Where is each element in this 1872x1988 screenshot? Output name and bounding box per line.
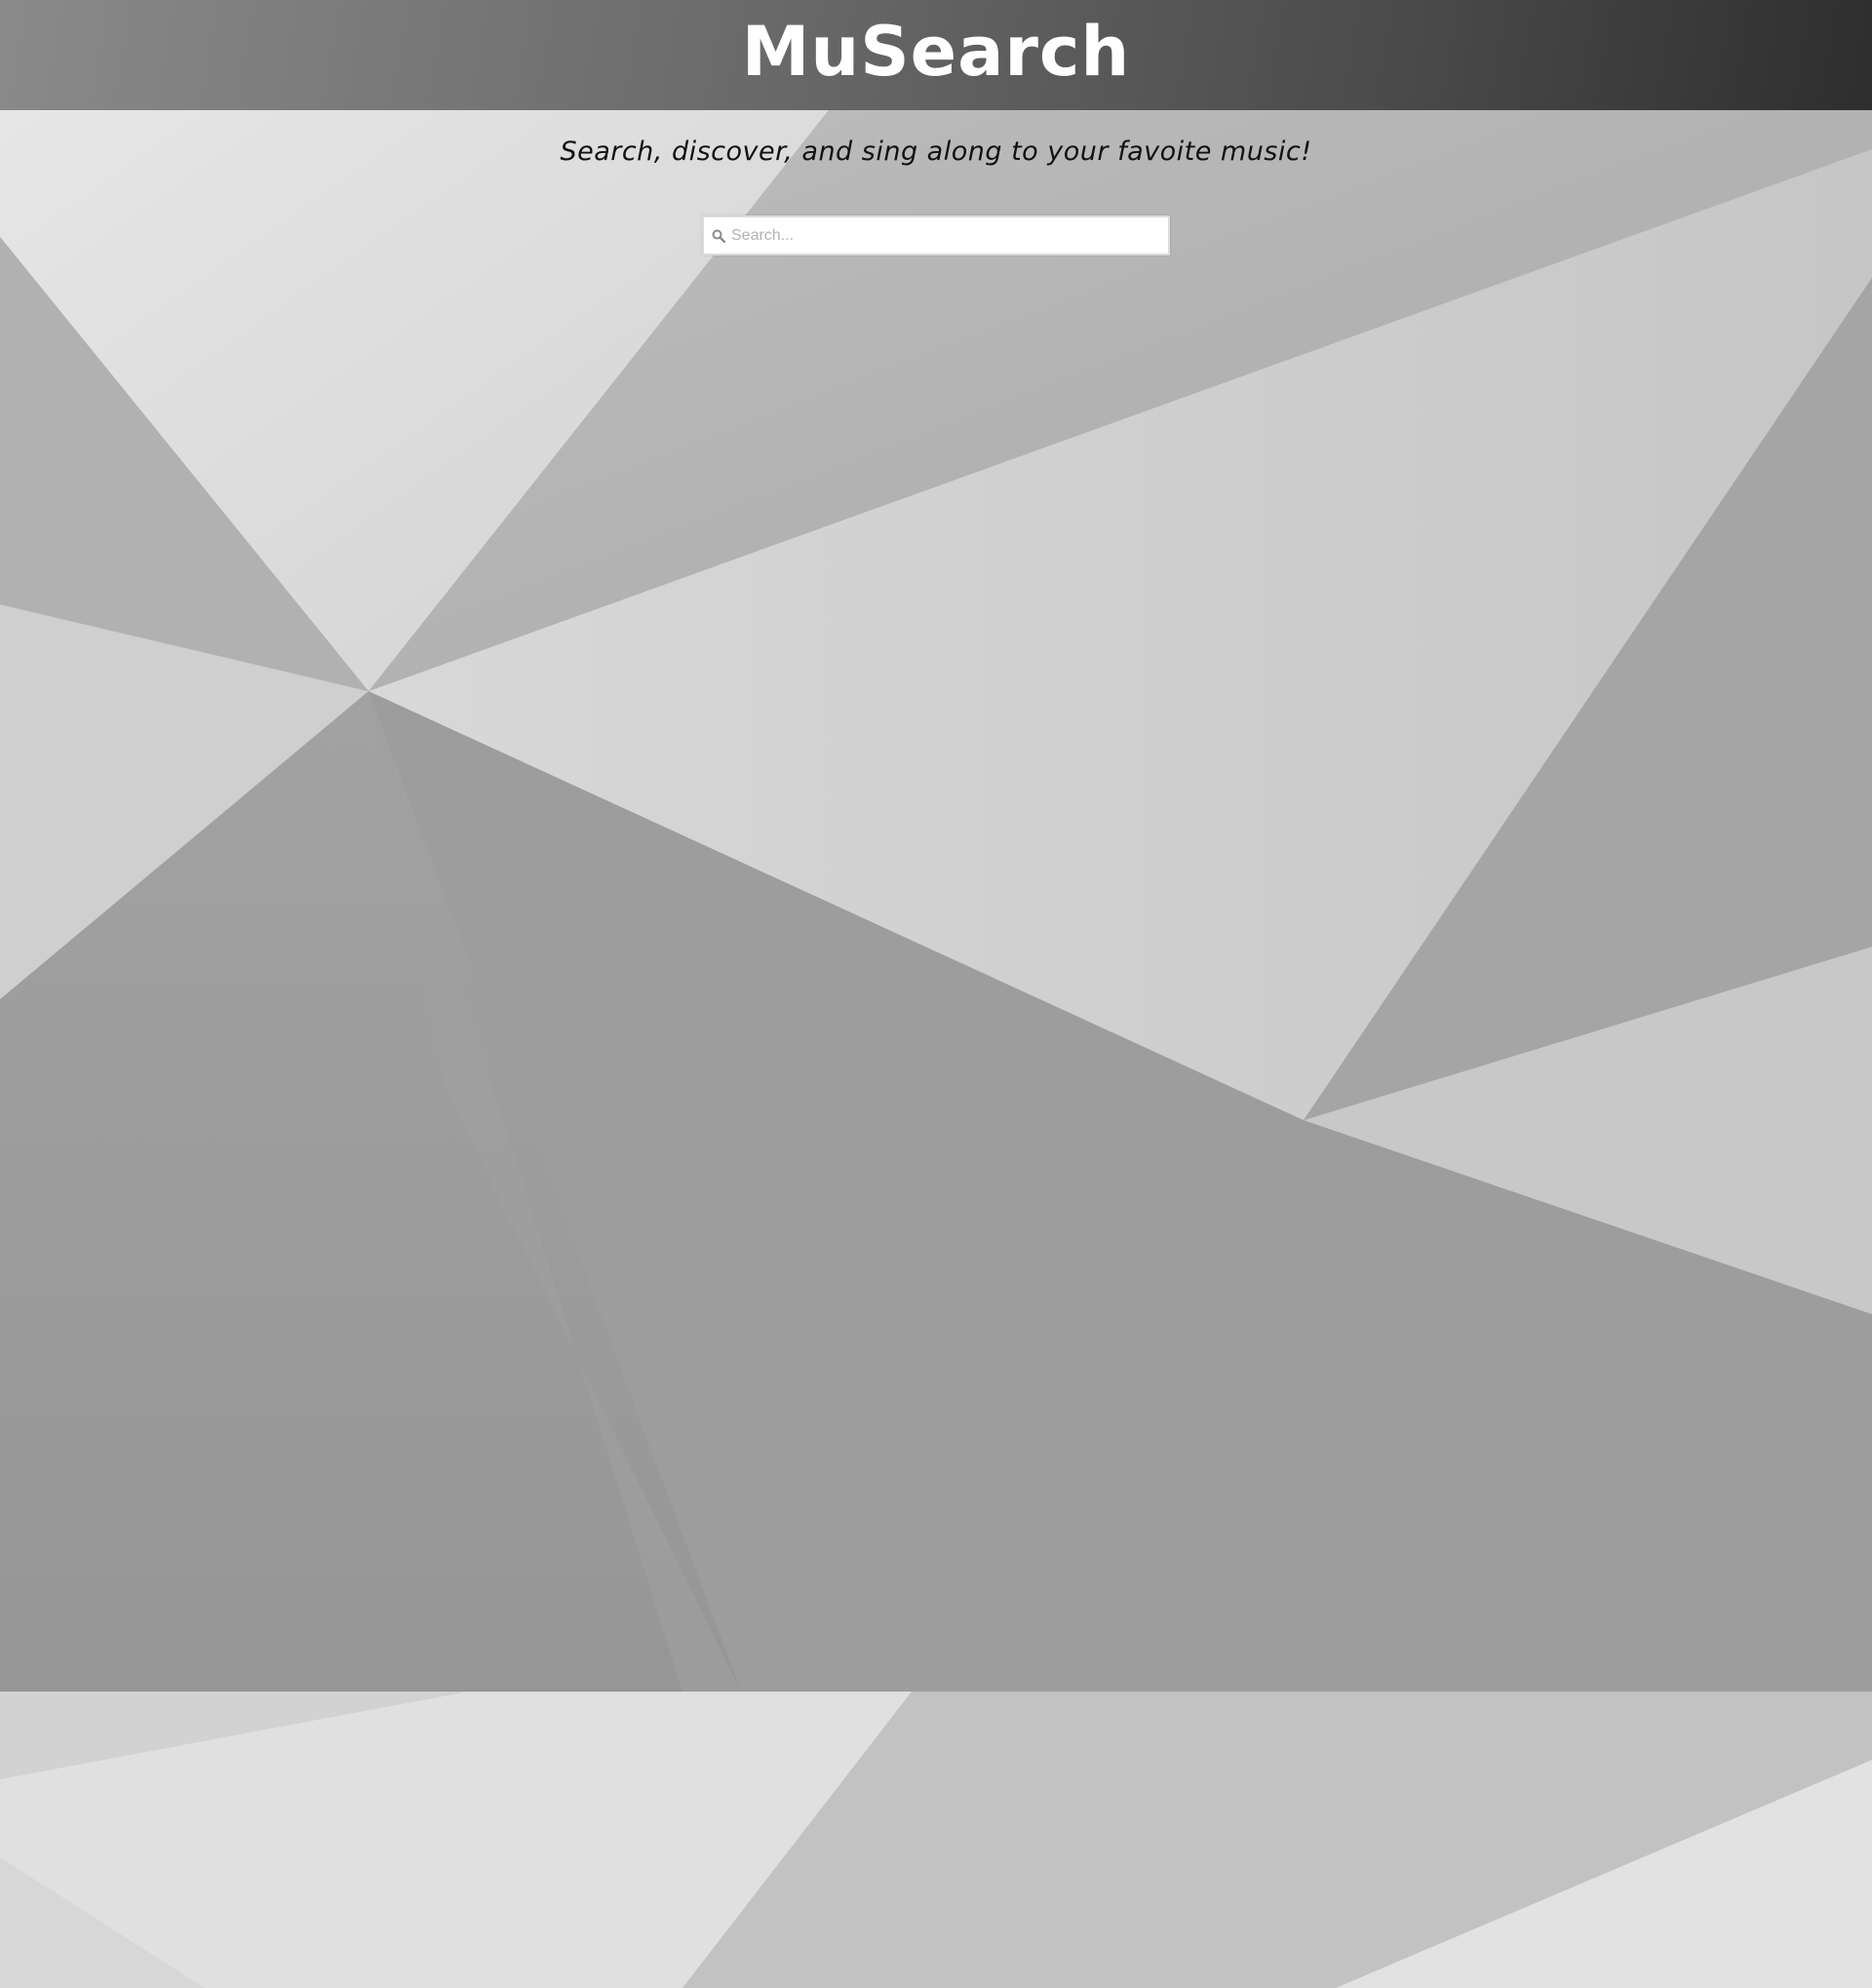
search-input[interactable] bbox=[729, 217, 1168, 253]
site-header: MuSearch bbox=[0, 0, 1872, 110]
search-icon bbox=[704, 217, 729, 253]
tagline: Search, discover, and sing along to your… bbox=[560, 136, 1312, 167]
geometric-footer-image bbox=[0, 1692, 1872, 1988]
footer-background bbox=[0, 1692, 1872, 1988]
geometric-background-image bbox=[0, 110, 1872, 1692]
hero-background bbox=[0, 110, 1872, 1692]
site-logo[interactable]: MuSearch bbox=[742, 18, 1130, 86]
search-icon-glyph bbox=[712, 229, 725, 243]
search-bar[interactable] bbox=[702, 215, 1170, 255]
